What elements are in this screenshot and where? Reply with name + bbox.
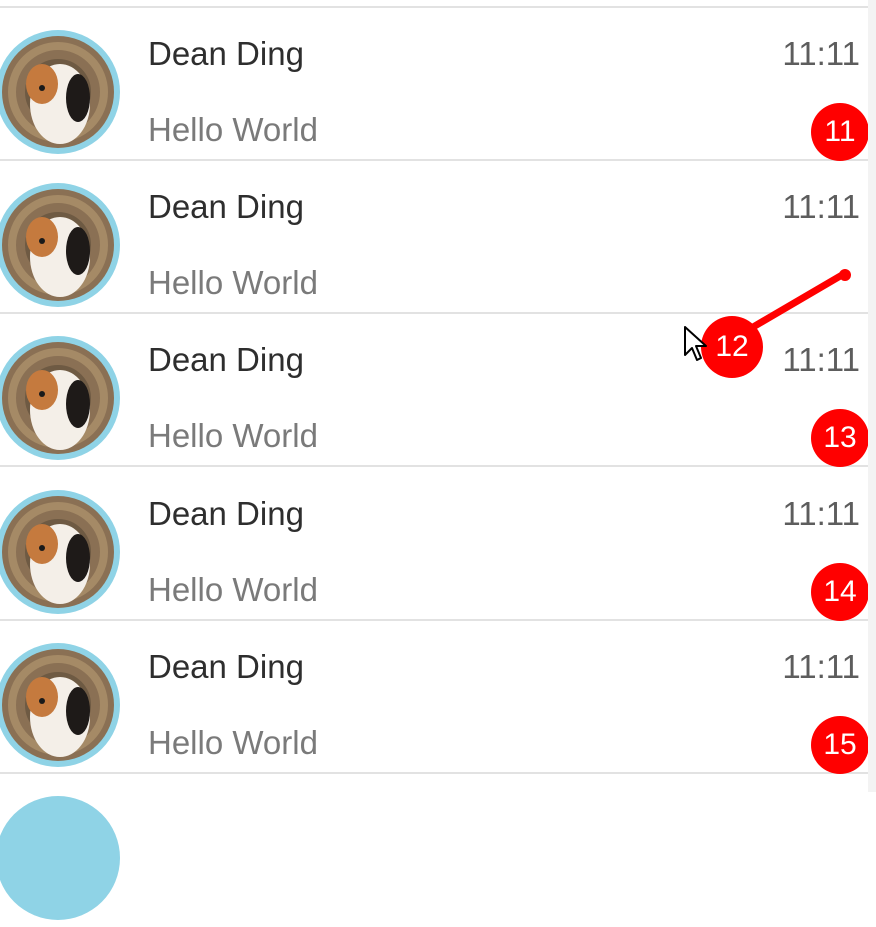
avatar[interactable] <box>0 183 120 307</box>
avatar[interactable] <box>0 336 120 460</box>
guinea-pig-avatar <box>2 36 114 148</box>
guinea-pig-avatar <box>2 649 114 761</box>
guinea-pig-avatar <box>2 496 114 608</box>
contact-name: Dean Ding <box>148 495 304 532</box>
conversation-row[interactable]: Dean Ding Hello World 11:11 15 <box>0 621 869 774</box>
message-time: 11:11 <box>782 648 860 685</box>
conversation-row[interactable]: Dean Ding Hello World 11:11 13 <box>0 314 869 467</box>
unread-badge[interactable]: 15 <box>811 716 869 774</box>
conversation-list: Dean Ding Hello World 11:11 11 Dean Ding… <box>0 0 869 920</box>
conversation-row[interactable]: Dean Ding Hello World 11:11 14 <box>0 468 869 621</box>
message-preview: Hello World <box>148 571 318 608</box>
guinea-pig-avatar <box>2 189 114 301</box>
message-preview: Hello World <box>148 417 318 454</box>
contact-name: Dean Ding <box>148 35 304 72</box>
top-divider <box>0 0 868 8</box>
conversation-row[interactable]: Dean Ding Hello World 11:11 <box>0 161 868 314</box>
message-time: 11:11 <box>782 188 860 225</box>
contact-name: Dean Ding <box>148 341 304 378</box>
message-preview: Hello World <box>148 724 318 761</box>
avatar[interactable] <box>0 643 120 767</box>
message-preview: Hello World <box>148 111 318 148</box>
avatar[interactable] <box>0 490 120 614</box>
guinea-pig-avatar <box>2 342 114 454</box>
message-time: 11:11 <box>782 495 860 532</box>
avatar[interactable] <box>0 796 120 920</box>
unread-badge[interactable]: 14 <box>811 563 869 621</box>
unread-badge[interactable]: 11 <box>811 103 869 161</box>
unread-badge[interactable]: 13 <box>811 409 869 467</box>
conversation-row[interactable]: Dean Ding Hello World 11:11 11 <box>0 8 869 161</box>
message-time: 11:11 <box>782 35 860 72</box>
contact-name: Dean Ding <box>148 648 304 685</box>
message-time: 11:11 <box>782 341 860 378</box>
avatar[interactable] <box>0 30 120 154</box>
conversation-row[interactable] <box>0 774 868 927</box>
message-preview: Hello World <box>148 264 318 301</box>
scrollbar[interactable] <box>868 0 876 792</box>
contact-name: Dean Ding <box>148 188 304 225</box>
